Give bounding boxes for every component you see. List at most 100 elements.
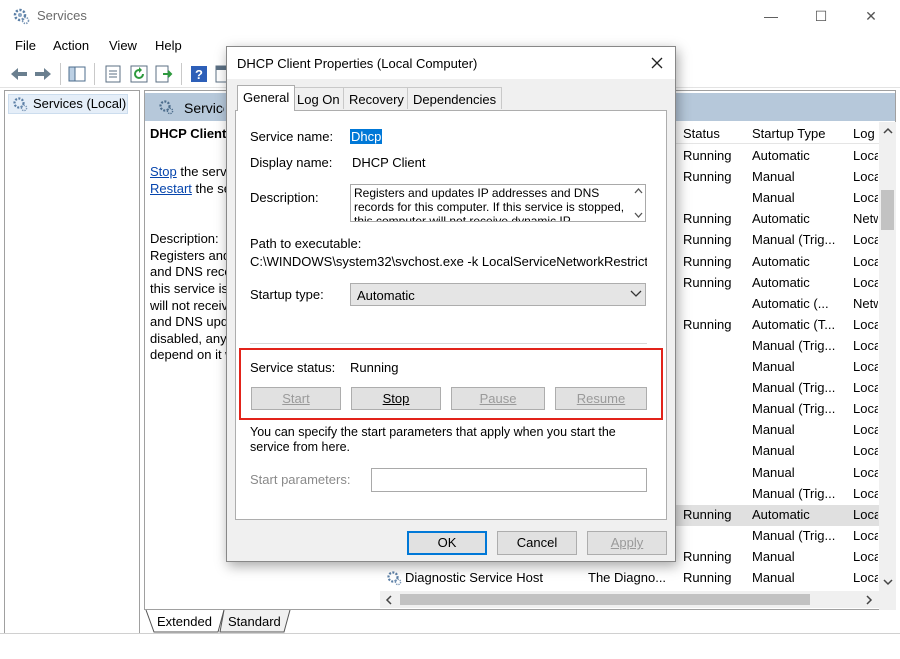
service-startup-cell: Manual xyxy=(752,359,795,374)
service-logon-cell: Local xyxy=(853,549,878,564)
toolbar-separator xyxy=(181,63,182,85)
service-logon-cell: Local xyxy=(853,148,878,163)
back-arrow-icon[interactable] xyxy=(8,63,30,85)
service-startup-cell: Automatic xyxy=(752,254,810,269)
close-icon xyxy=(651,57,663,69)
stop-service-link[interactable]: Stop xyxy=(150,164,177,179)
service-startup-cell: Manual xyxy=(752,169,795,184)
menu-action[interactable]: Action xyxy=(53,38,89,53)
dialog-close-button[interactable] xyxy=(645,52,669,74)
scroll-up-icon[interactable] xyxy=(883,126,893,136)
startup-type-label: Startup type: xyxy=(250,287,324,302)
service-logon-cell: Netw xyxy=(853,211,878,226)
show-hide-tree-icon[interactable] xyxy=(66,63,88,85)
menu-help[interactable]: Help xyxy=(155,38,182,53)
export-list-icon[interactable] xyxy=(153,63,175,85)
pause-button[interactable]: Pause xyxy=(451,387,545,410)
service-startup-cell: Manual xyxy=(752,422,795,437)
service-gear-icon xyxy=(387,571,402,586)
service-startup-cell: Manual (Trig... xyxy=(752,232,836,247)
service-startup-cell: Manual (Trig... xyxy=(752,338,836,353)
resume-button[interactable]: Resume xyxy=(555,387,647,410)
scroll-up-icon[interactable] xyxy=(634,187,643,194)
help-icon[interactable]: ? xyxy=(188,63,210,85)
service-logon-cell: Local xyxy=(853,190,878,205)
description-line: and DNS updates. If this service is xyxy=(150,314,226,330)
scroll-left-icon[interactable] xyxy=(384,595,394,605)
service-logon-cell: Local xyxy=(853,422,878,437)
maximize-button[interactable]: ☐ xyxy=(798,0,844,32)
scroll-down-icon[interactable] xyxy=(883,577,893,587)
minimize-button[interactable]: — xyxy=(748,0,794,32)
column-header-status[interactable]: Status xyxy=(683,126,720,141)
service-startup-cell: Automatic xyxy=(752,211,810,226)
service-logon-cell: Local xyxy=(853,443,878,458)
service-logon-cell: Local xyxy=(853,401,878,416)
service-name-label: Service name: xyxy=(250,129,334,144)
service-logon-cell: Local xyxy=(853,232,878,247)
start-parameters-input[interactable] xyxy=(371,468,647,492)
pane-header-title: Services (Local) xyxy=(184,100,224,116)
service-status-cell: Running xyxy=(683,549,732,564)
service-status-cell: Running xyxy=(683,169,732,184)
service-startup-cell: Automatic xyxy=(752,507,810,522)
menu-view[interactable]: View xyxy=(109,38,137,53)
start-button[interactable]: Start xyxy=(251,387,341,410)
description-label: Description: xyxy=(150,231,219,247)
service-status-cell: Running xyxy=(683,254,732,269)
startup-type-dropdown[interactable]: Automatic xyxy=(350,283,646,306)
service-name-value[interactable]: Dhcp xyxy=(350,129,383,144)
svg-text:?: ? xyxy=(195,67,203,82)
scroll-right-icon[interactable] xyxy=(864,595,874,605)
horizontal-scroll-thumb[interactable] xyxy=(400,594,810,605)
general-tab-panel xyxy=(235,110,667,520)
service-status-cell: Running xyxy=(683,211,732,226)
service-status-cell: Running xyxy=(683,570,732,585)
tab-standard[interactable]: Standard xyxy=(228,614,281,629)
properties-icon[interactable] xyxy=(102,63,124,85)
service-logon-cell: Local xyxy=(853,528,878,543)
service-startup-cell: Manual (Trig... xyxy=(752,486,836,501)
tab-extended[interactable]: Extended xyxy=(157,614,212,629)
startup-type-value: Automatic xyxy=(357,288,415,303)
tab-log-on[interactable]: Log On xyxy=(291,87,346,109)
start-parameters-hint: You can specify the start parameters tha… xyxy=(250,425,616,454)
service-logon-cell: Local xyxy=(853,169,878,184)
cancel-button[interactable]: Cancel xyxy=(497,531,577,555)
vertical-scroll-thumb[interactable] xyxy=(881,190,894,230)
tab-recovery[interactable]: Recovery xyxy=(343,87,410,109)
chevron-down-icon xyxy=(630,290,642,297)
description-textbox[interactable]: Registers and updates IP addresses and D… xyxy=(350,184,646,222)
description-line: depend on it will fail to start. xyxy=(150,347,226,363)
scroll-down-icon[interactable] xyxy=(634,212,643,219)
description-value: Registers and updates IP addresses and D… xyxy=(354,186,625,222)
restart-service-link[interactable]: Restart xyxy=(150,181,192,196)
service-startup-cell: Automatic xyxy=(752,148,810,163)
forward-arrow-icon[interactable] xyxy=(32,63,54,85)
column-header-startup-type[interactable]: Startup Type xyxy=(752,126,825,141)
apply-button[interactable]: Apply xyxy=(587,531,667,555)
stop-button[interactable]: Stop xyxy=(351,387,441,410)
restart-suffix-text: the service xyxy=(195,180,226,196)
description-line: Registers and updates IP addresses xyxy=(150,247,226,263)
service-status-label: Service status: xyxy=(250,360,336,375)
display-name-value: DHCP Client xyxy=(352,155,426,170)
divider xyxy=(250,343,647,344)
service-logon-cell: Local xyxy=(853,486,878,501)
toolbar-separator xyxy=(94,63,95,85)
menu-file[interactable]: File xyxy=(15,38,36,53)
stop-suffix-text: the service xyxy=(180,164,226,179)
service-startup-cell: Manual xyxy=(752,190,795,205)
service-logon-cell: Local xyxy=(853,275,878,290)
tab-general[interactable]: General xyxy=(237,85,296,111)
tab-dependencies[interactable]: Dependencies xyxy=(407,87,503,109)
ok-button[interactable]: OK xyxy=(407,531,487,555)
service-logon-cell: Local xyxy=(853,317,878,332)
refresh-icon[interactable] xyxy=(128,63,150,85)
description-line: this service is stopped, this computer xyxy=(150,280,226,296)
service-startup-cell: Automatic xyxy=(752,275,810,290)
service-description-cell: The Diagno... xyxy=(588,570,667,585)
service-logon-cell: Local xyxy=(853,380,878,395)
column-header-log-on[interactable]: Log xyxy=(853,126,877,141)
close-window-button[interactable]: ✕ xyxy=(848,0,894,32)
